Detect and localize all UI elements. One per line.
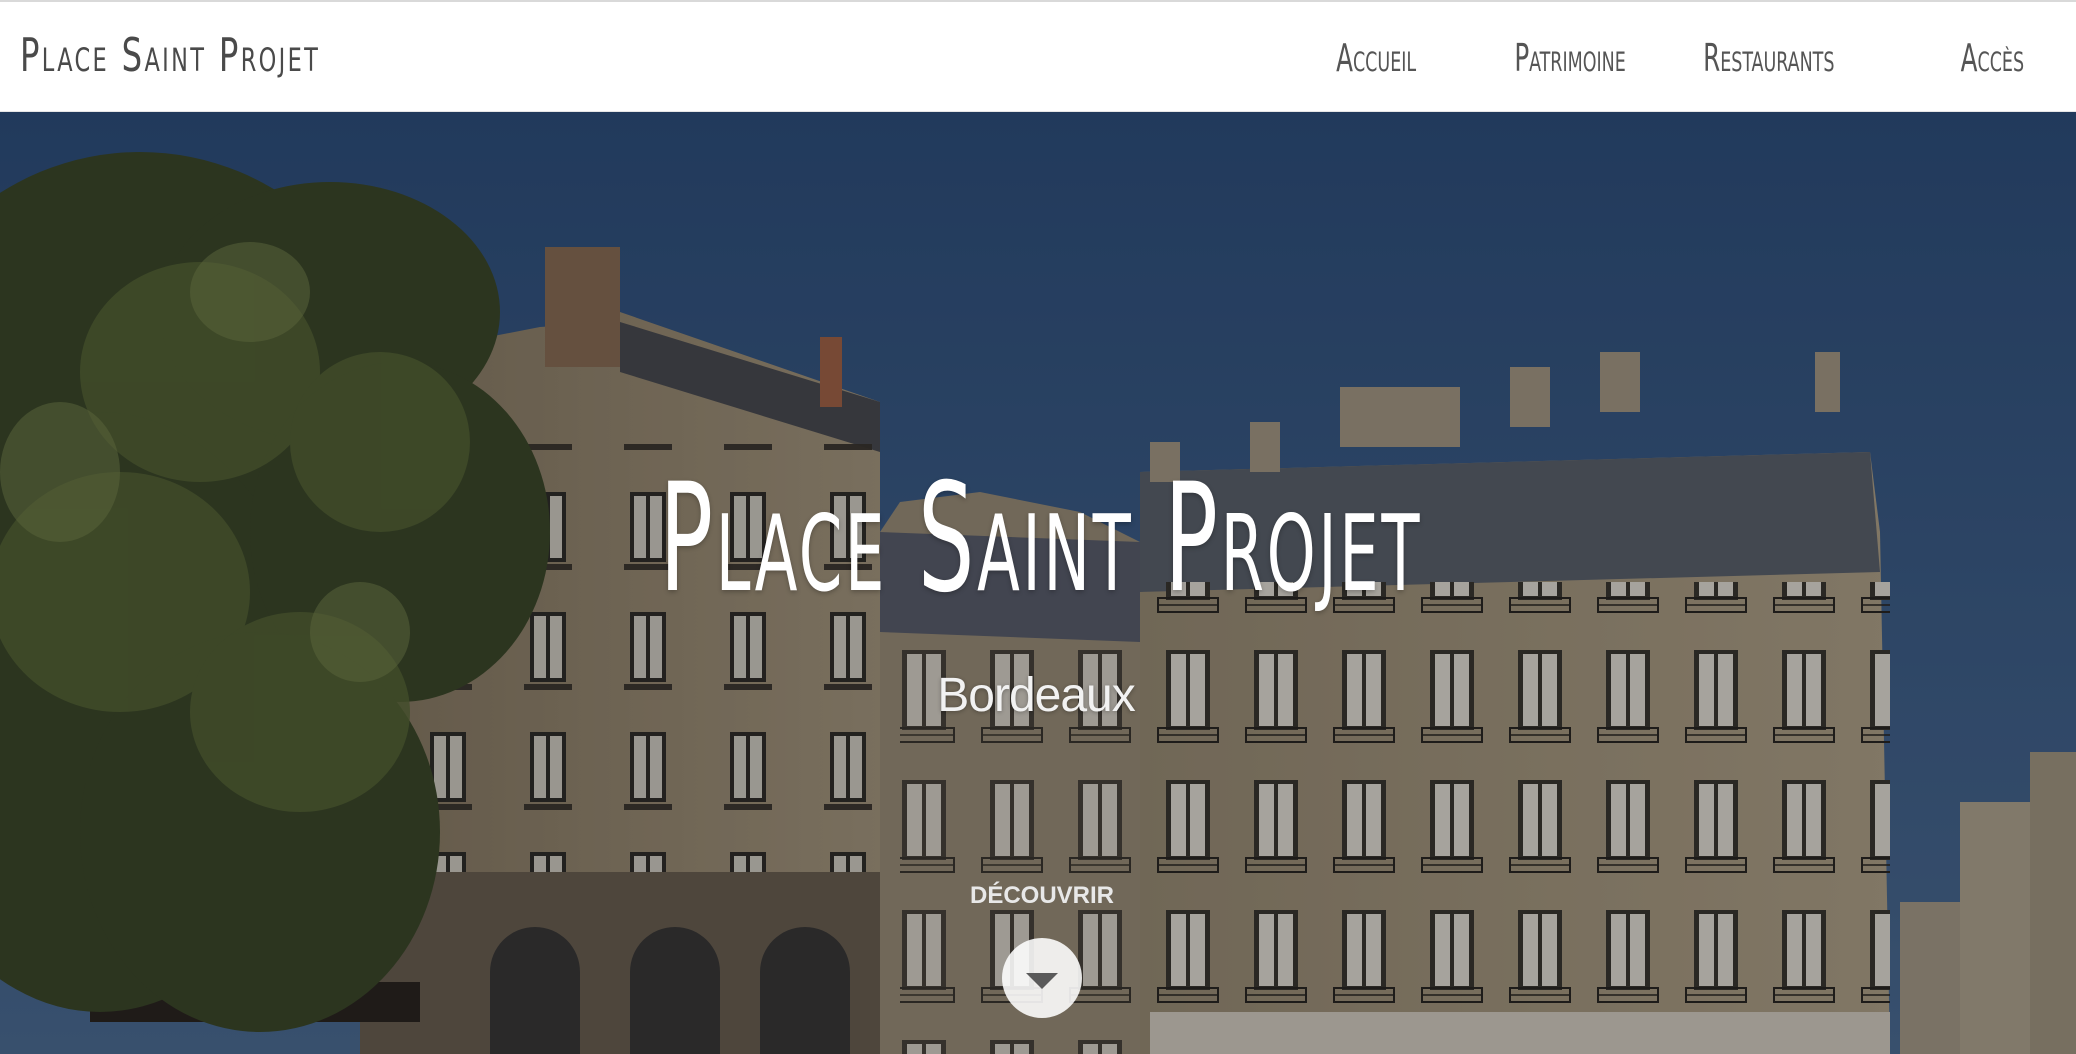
hero-subtitle-text: Bordeaux [937, 669, 1135, 722]
nav-link-acces[interactable]: Accès [1961, 36, 2024, 80]
hero-section: Place Saint Projet Bordeaux DÉCOUVRIR [0, 112, 2076, 1054]
site-brand-link[interactable]: Place Saint Projet [20, 28, 320, 82]
nav-link-patrimoine[interactable]: Patrimoine [1515, 36, 1626, 80]
caret-down-icon [1026, 973, 1058, 989]
nav-item-accueil[interactable]: Accueil [1305, 36, 1416, 80]
discover-label[interactable]: DÉCOUVRIR [0, 882, 2076, 910]
nav-item-patrimoine[interactable]: Patrimoine [1471, 36, 1626, 80]
discover-scroll-button[interactable] [1002, 938, 1082, 1018]
hero-title: Place Saint Projet [659, 452, 1423, 626]
nav-item-acces[interactable]: Accès [1936, 36, 2024, 80]
hero-subtitle: Bordeaux [0, 668, 2074, 723]
nav-link-restaurants[interactable]: Restaurants [1703, 36, 1834, 80]
nav-item-restaurants[interactable]: Restaurants [1652, 36, 1834, 80]
top-navbar: Place Saint Projet Accueil Patrimoine Re… [0, 0, 2076, 112]
nav-link-accueil[interactable]: Accueil [1336, 36, 1416, 80]
nav-menu: Accueil Patrimoine Restaurants Accès [1324, 36, 2024, 86]
